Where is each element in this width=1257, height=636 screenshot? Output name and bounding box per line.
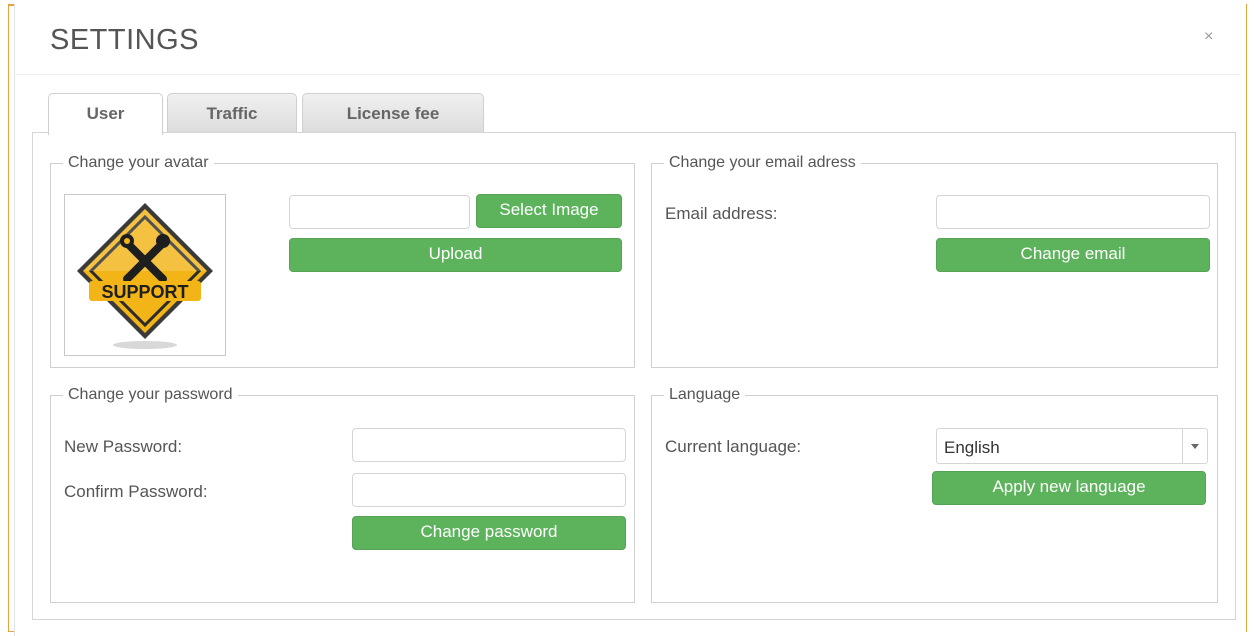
apply-language-button[interactable]: Apply new language bbox=[932, 471, 1206, 505]
new-password-label: New Password: bbox=[64, 437, 183, 456]
avatar-preview: SUPPORT bbox=[64, 194, 226, 356]
avatar-sign-text: SUPPORT bbox=[101, 282, 188, 302]
support-sign-icon: SUPPORT bbox=[77, 203, 213, 349]
email-field[interactable] bbox=[936, 195, 1210, 229]
language-select[interactable]: English bbox=[936, 428, 1208, 464]
select-arrow-box[interactable] bbox=[1182, 429, 1207, 463]
select-image-button[interactable]: Select Image bbox=[476, 194, 622, 228]
close-icon[interactable]: × bbox=[1204, 28, 1213, 46]
upload-button[interactable]: Upload bbox=[289, 238, 622, 272]
avatar-group-legend: Change your avatar bbox=[68, 154, 209, 171]
tab-user[interactable]: User bbox=[48, 93, 163, 135]
email-group-legend: Change your email adress bbox=[669, 154, 856, 171]
chevron-down-icon bbox=[1191, 444, 1199, 449]
avatar-file-input[interactable] bbox=[289, 195, 470, 229]
dialog-title: SETTINGS bbox=[50, 24, 200, 56]
password-group-legend: Change your password bbox=[68, 386, 233, 403]
header-divider bbox=[14, 74, 1240, 75]
language-select-value: English bbox=[944, 438, 1000, 457]
language-group-legend: Language bbox=[669, 386, 741, 403]
change-password-button[interactable]: Change password bbox=[352, 516, 626, 550]
current-language-label: Current language: bbox=[665, 437, 802, 456]
confirm-password-field[interactable] bbox=[352, 473, 626, 507]
confirm-password-label: Confirm Password: bbox=[64, 482, 208, 501]
new-password-field[interactable] bbox=[352, 428, 626, 462]
tab-traffic[interactable]: Traffic bbox=[167, 93, 297, 133]
change-email-button[interactable]: Change email bbox=[936, 238, 1210, 272]
tab-license-fee[interactable]: License fee bbox=[302, 93, 484, 133]
email-label: Email address: bbox=[665, 204, 778, 223]
